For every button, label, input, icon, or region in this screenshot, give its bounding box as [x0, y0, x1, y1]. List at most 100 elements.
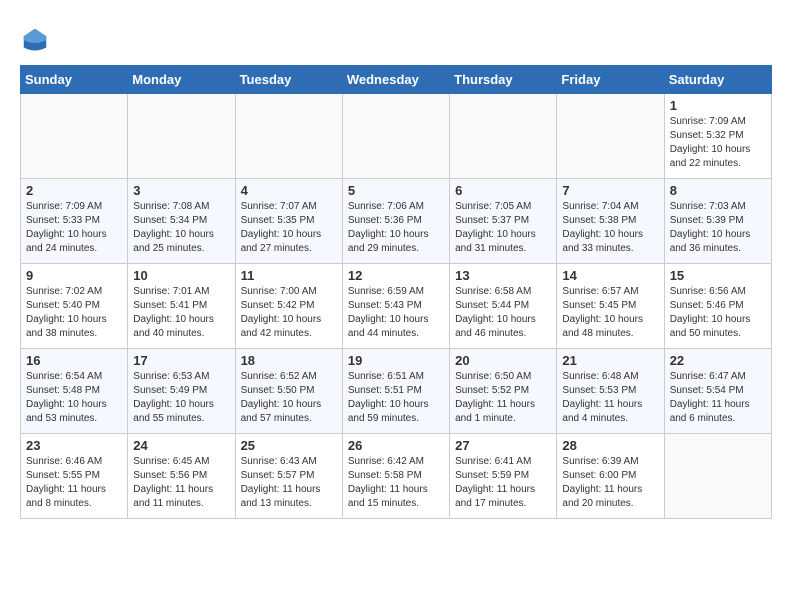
logo — [20, 25, 54, 55]
day-number: 11 — [241, 268, 337, 283]
calendar-cell — [342, 94, 449, 179]
calendar-cell — [557, 94, 664, 179]
calendar-cell: 16 Sunrise: 6:54 AM Sunset: 5:48 PM Dayli… — [21, 349, 128, 434]
calendar-cell — [128, 94, 235, 179]
day-number: 5 — [348, 183, 444, 198]
calendar-cell — [664, 434, 771, 519]
day-info: Sunrise: 7:05 AM Sunset: 5:37 PM Dayligh… — [455, 200, 551, 256]
calendar-table: SundayMondayTuesdayWednesdayThursdayFrid… — [20, 65, 772, 519]
calendar-cell: 11 Sunrise: 7:00 AM Sunset: 5:42 PM Dayli… — [235, 264, 342, 349]
logo-icon — [20, 25, 50, 55]
calendar-cell: 17 Sunrise: 6:53 AM Sunset: 5:49 PM Dayli… — [128, 349, 235, 434]
day-number: 28 — [562, 438, 658, 453]
calendar-cell: 21 Sunrise: 6:48 AM Sunset: 5:53 PM Dayli… — [557, 349, 664, 434]
day-number: 10 — [133, 268, 229, 283]
day-number: 3 — [133, 183, 229, 198]
week-row-1: 1 Sunrise: 7:09 AM Sunset: 5:32 PM Daylig… — [21, 94, 772, 179]
week-row-2: 2 Sunrise: 7:09 AM Sunset: 5:33 PM Daylig… — [21, 179, 772, 264]
day-number: 13 — [455, 268, 551, 283]
day-number: 20 — [455, 353, 551, 368]
calendar-cell — [21, 94, 128, 179]
calendar-cell: 23 Sunrise: 6:46 AM Sunset: 5:55 PM Dayli… — [21, 434, 128, 519]
calendar-header-row: SundayMondayTuesdayWednesdayThursdayFrid… — [21, 66, 772, 94]
day-info: Sunrise: 6:51 AM Sunset: 5:51 PM Dayligh… — [348, 370, 444, 426]
calendar-cell: 1 Sunrise: 7:09 AM Sunset: 5:32 PM Daylig… — [664, 94, 771, 179]
day-info: Sunrise: 6:53 AM Sunset: 5:49 PM Dayligh… — [133, 370, 229, 426]
calendar-cell: 24 Sunrise: 6:45 AM Sunset: 5:56 PM Dayli… — [128, 434, 235, 519]
calendar-cell: 9 Sunrise: 7:02 AM Sunset: 5:40 PM Daylig… — [21, 264, 128, 349]
day-info: Sunrise: 6:59 AM Sunset: 5:43 PM Dayligh… — [348, 285, 444, 341]
header-friday: Friday — [557, 66, 664, 94]
day-number: 4 — [241, 183, 337, 198]
day-number: 18 — [241, 353, 337, 368]
day-number: 6 — [455, 183, 551, 198]
calendar-cell: 3 Sunrise: 7:08 AM Sunset: 5:34 PM Daylig… — [128, 179, 235, 264]
day-info: Sunrise: 7:00 AM Sunset: 5:42 PM Dayligh… — [241, 285, 337, 341]
calendar-cell: 15Sunrise: 6:56 AM Sunset: 5:46 PM Dayli… — [664, 264, 771, 349]
calendar-cell: 19 Sunrise: 6:51 AM Sunset: 5:51 PM Dayli… — [342, 349, 449, 434]
day-info: Sunrise: 6:43 AM Sunset: 5:57 PM Dayligh… — [241, 455, 337, 511]
day-info: Sunrise: 6:58 AM Sunset: 5:44 PM Dayligh… — [455, 285, 551, 341]
day-info: Sunrise: 6:52 AM Sunset: 5:50 PM Dayligh… — [241, 370, 337, 426]
day-number: 8 — [670, 183, 766, 198]
day-info: Sunrise: 7:07 AM Sunset: 5:35 PM Dayligh… — [241, 200, 337, 256]
calendar-cell: 28 Sunrise: 6:39 AM Sunset: 6:00 PM Dayli… — [557, 434, 664, 519]
day-number: 17 — [133, 353, 229, 368]
calendar-cell: 6 Sunrise: 7:05 AM Sunset: 5:37 PM Daylig… — [450, 179, 557, 264]
day-number: 15 — [670, 268, 766, 283]
day-info: Sunrise: 6:41 AM Sunset: 5:59 PM Dayligh… — [455, 455, 551, 511]
day-number: 12 — [348, 268, 444, 283]
day-info: Sunrise: 6:39 AM Sunset: 6:00 PM Dayligh… — [562, 455, 658, 511]
day-number: 1 — [670, 98, 766, 113]
day-number: 2 — [26, 183, 122, 198]
day-info: Sunrise: 6:45 AM Sunset: 5:56 PM Dayligh… — [133, 455, 229, 511]
day-number: 22 — [670, 353, 766, 368]
day-number: 9 — [26, 268, 122, 283]
day-info: Sunrise: 7:03 AM Sunset: 5:39 PM Dayligh… — [670, 200, 766, 256]
week-row-5: 23 Sunrise: 6:46 AM Sunset: 5:55 PM Dayli… — [21, 434, 772, 519]
header-wednesday: Wednesday — [342, 66, 449, 94]
calendar-cell: 4 Sunrise: 7:07 AM Sunset: 5:35 PM Daylig… — [235, 179, 342, 264]
day-number: 21 — [562, 353, 658, 368]
day-info: Sunrise: 6:57 AM Sunset: 5:45 PM Dayligh… — [562, 285, 658, 341]
day-number: 19 — [348, 353, 444, 368]
day-number: 14 — [562, 268, 658, 283]
header-thursday: Thursday — [450, 66, 557, 94]
day-info: Sunrise: 6:42 AM Sunset: 5:58 PM Dayligh… — [348, 455, 444, 511]
calendar-cell: 14 Sunrise: 6:57 AM Sunset: 5:45 PM Dayli… — [557, 264, 664, 349]
day-number: 24 — [133, 438, 229, 453]
calendar-cell: 27 Sunrise: 6:41 AM Sunset: 5:59 PM Dayli… — [450, 434, 557, 519]
day-number: 25 — [241, 438, 337, 453]
header-saturday: Saturday — [664, 66, 771, 94]
header-tuesday: Tuesday — [235, 66, 342, 94]
day-info: Sunrise: 7:09 AM Sunset: 5:32 PM Dayligh… — [670, 115, 766, 171]
calendar-cell: 22Sunrise: 6:47 AM Sunset: 5:54 PM Dayli… — [664, 349, 771, 434]
day-info: Sunrise: 6:48 AM Sunset: 5:53 PM Dayligh… — [562, 370, 658, 426]
week-row-4: 16 Sunrise: 6:54 AM Sunset: 5:48 PM Dayli… — [21, 349, 772, 434]
calendar-cell: 18 Sunrise: 6:52 AM Sunset: 5:50 PM Dayli… — [235, 349, 342, 434]
day-info: Sunrise: 7:01 AM Sunset: 5:41 PM Dayligh… — [133, 285, 229, 341]
day-info: Sunrise: 7:09 AM Sunset: 5:33 PM Dayligh… — [26, 200, 122, 256]
calendar-cell: 5 Sunrise: 7:06 AM Sunset: 5:36 PM Daylig… — [342, 179, 449, 264]
day-number: 23 — [26, 438, 122, 453]
day-number: 26 — [348, 438, 444, 453]
day-info: Sunrise: 6:54 AM Sunset: 5:48 PM Dayligh… — [26, 370, 122, 426]
calendar-cell: 12 Sunrise: 6:59 AM Sunset: 5:43 PM Dayli… — [342, 264, 449, 349]
day-info: Sunrise: 7:04 AM Sunset: 5:38 PM Dayligh… — [562, 200, 658, 256]
calendar-cell: 26 Sunrise: 6:42 AM Sunset: 5:58 PM Dayli… — [342, 434, 449, 519]
week-row-3: 9 Sunrise: 7:02 AM Sunset: 5:40 PM Daylig… — [21, 264, 772, 349]
day-number: 16 — [26, 353, 122, 368]
calendar-cell: 13 Sunrise: 6:58 AM Sunset: 5:44 PM Dayli… — [450, 264, 557, 349]
day-info: Sunrise: 7:02 AM Sunset: 5:40 PM Dayligh… — [26, 285, 122, 341]
day-number: 27 — [455, 438, 551, 453]
day-info: Sunrise: 7:08 AM Sunset: 5:34 PM Dayligh… — [133, 200, 229, 256]
calendar-cell — [450, 94, 557, 179]
calendar-cell: 2 Sunrise: 7:09 AM Sunset: 5:33 PM Daylig… — [21, 179, 128, 264]
calendar-cell: 20Sunrise: 6:50 AM Sunset: 5:52 PM Dayli… — [450, 349, 557, 434]
day-info: Sunrise: 7:06 AM Sunset: 5:36 PM Dayligh… — [348, 200, 444, 256]
calendar-cell: 25 Sunrise: 6:43 AM Sunset: 5:57 PM Dayli… — [235, 434, 342, 519]
header-monday: Monday — [128, 66, 235, 94]
day-info: Sunrise: 6:46 AM Sunset: 5:55 PM Dayligh… — [26, 455, 122, 511]
page-header — [20, 20, 772, 55]
header-sunday: Sunday — [21, 66, 128, 94]
